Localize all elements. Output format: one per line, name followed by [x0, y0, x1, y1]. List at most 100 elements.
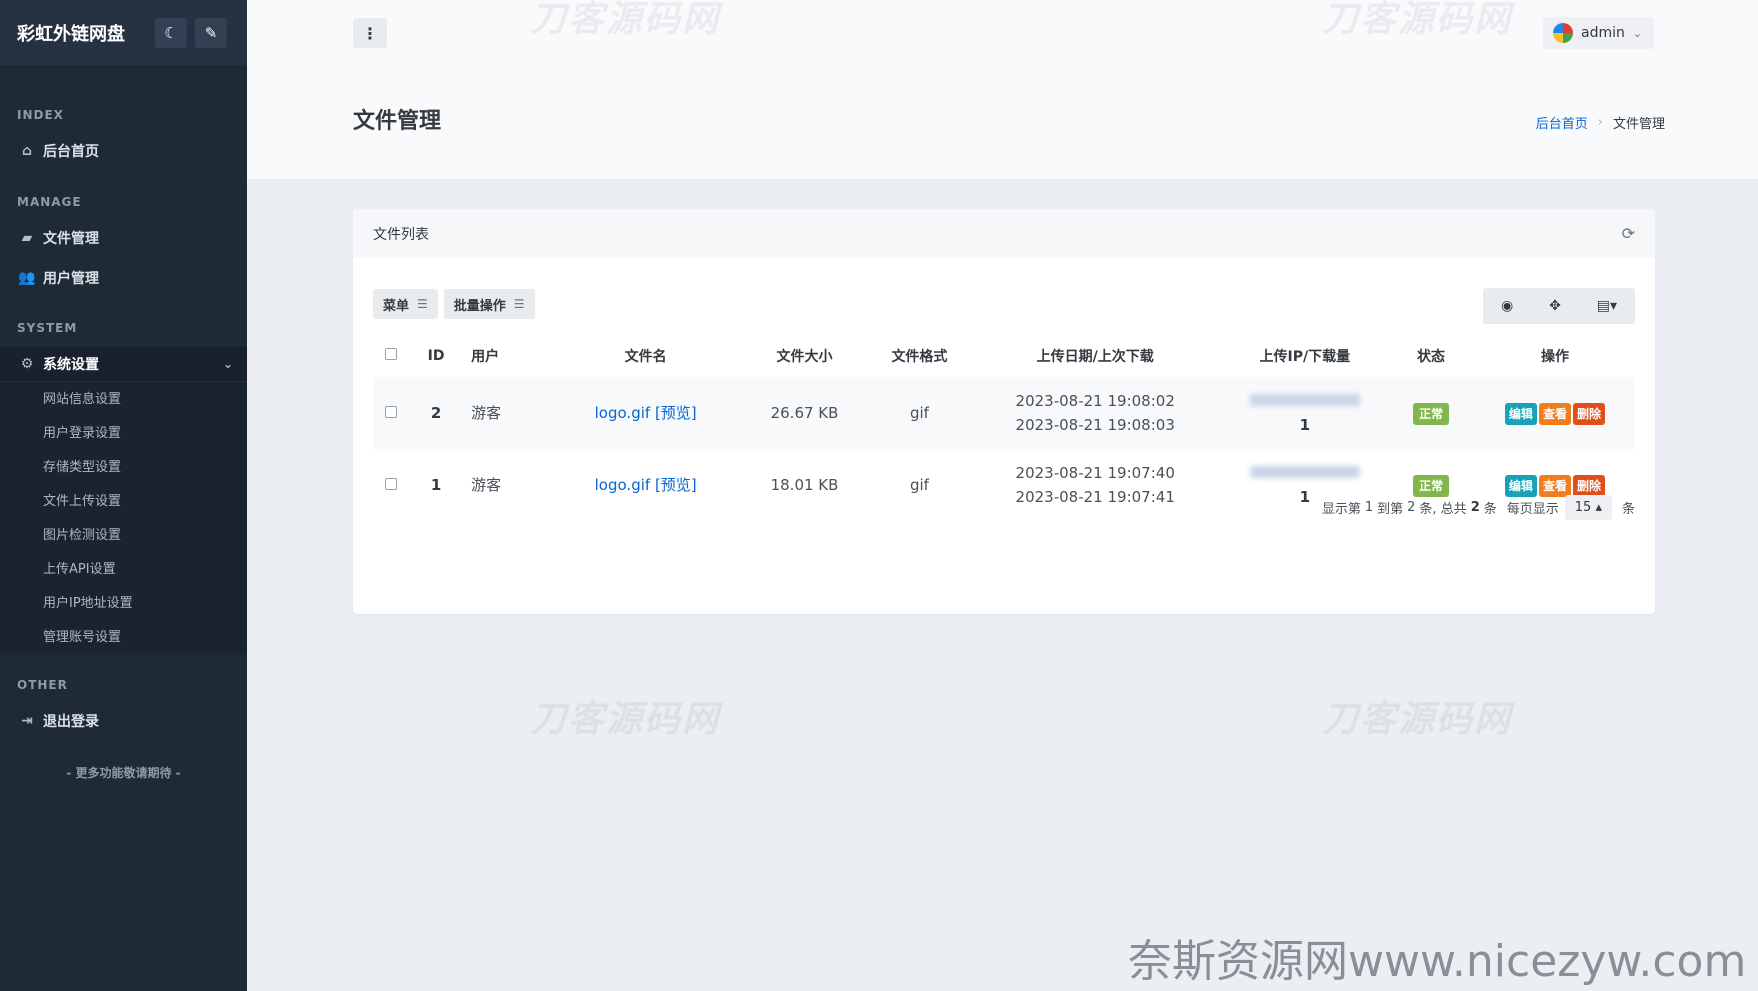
column-header[interactable]: 文件名 — [553, 335, 738, 377]
toggle-icon[interactable]: ◉ — [1501, 298, 1513, 314]
dark-mode-button[interactable]: ☾ — [155, 17, 187, 48]
per-page-label: 每页显示 — [1506, 502, 1559, 517]
sidebar-header: 彩虹外链网盘 ☾ ✎ — [0, 0, 247, 65]
table-tools: ◉ ✥ ▤▾ — [1483, 288, 1635, 324]
theme-button[interactable]: ✎ — [195, 17, 227, 48]
edit-button[interactable]: 编辑 — [1504, 403, 1537, 425]
top-bar: ⋮ admin ⌄ — [247, 0, 1758, 65]
date-cell: 2023-08-21 19:08:02 2023-08-21 19:08:03 — [967, 377, 1223, 449]
per-page-select[interactable]: 15 ▴ — [1564, 495, 1612, 520]
ip-cell: 1 — [1222, 377, 1388, 449]
file-table: ID 用户 文件名 文件大小 文件格式 上传日期/上次下载 上传IP/下载量 状… — [373, 335, 1635, 521]
pager-to: 2 — [1407, 500, 1416, 515]
edit-button[interactable]: 编辑 — [1504, 475, 1537, 497]
move-icon[interactable]: ✥ — [1549, 298, 1561, 314]
row-select-cell — [373, 377, 410, 449]
pager-text: 条 — [1621, 502, 1635, 517]
view-button[interactable]: 查看 — [1538, 403, 1571, 425]
file-name-link[interactable]: logo.gif — [595, 476, 651, 494]
sidebar-item-settings[interactable]: ⚙ 系统设置 ⌄ — [0, 347, 247, 381]
column-header[interactable]: 状态 — [1387, 335, 1475, 377]
column-header[interactable]: 文件格式 — [871, 335, 968, 377]
refresh-icon[interactable]: ⟳ — [1622, 224, 1635, 243]
submenu-item[interactable]: 网站信息设置 — [0, 383, 247, 417]
watermark: 刀客源码网 — [530, 699, 721, 740]
row-checkbox[interactable] — [385, 406, 398, 418]
sidebar-item-label: 系统设置 — [43, 357, 99, 373]
status-badge: 正常 — [1412, 475, 1449, 497]
submenu-item[interactable]: 用户IP地址设置 — [0, 587, 247, 621]
delete-button[interactable]: 删除 — [1572, 475, 1605, 497]
user-menu-button[interactable]: admin ⌄ — [1543, 17, 1654, 49]
file-user: 游客 — [471, 476, 502, 494]
file-size: 26.67 KB — [738, 377, 871, 449]
list-icon: ☰ — [513, 297, 525, 311]
sidebar-item-label: 退出登录 — [43, 714, 99, 730]
view-button[interactable]: 查看 — [1538, 475, 1571, 497]
column-header[interactable]: 文件大小 — [738, 335, 871, 377]
row-checkbox[interactable] — [385, 478, 398, 490]
file-format: gif — [909, 476, 929, 494]
submenu-item[interactable]: 管理账号设置 — [0, 621, 247, 655]
home-icon: ⌂ — [21, 143, 33, 159]
sidebar-item-logout[interactable]: ⇥ 退出登录 — [0, 704, 247, 738]
columns-icon[interactable]: ▤▾ — [1597, 298, 1617, 314]
breadcrumb-home-link[interactable]: 后台首页 — [1536, 113, 1588, 132]
chevron-right-icon: › — [1597, 115, 1603, 130]
column-header[interactable]: 上传日期/上次下载 — [968, 335, 1223, 377]
sidebar-item-files[interactable]: ▰ 文件管理 — [0, 221, 247, 255]
column-header: 操作 — [1540, 349, 1569, 365]
sidebar-item-users[interactable]: 👥 用户管理 — [0, 261, 247, 295]
gear-icon: ⚙ — [20, 356, 34, 372]
submenu-item[interactable]: 存储类型设置 — [0, 451, 247, 485]
batch-actions-button[interactable]: 批量操作 ☰ — [443, 289, 535, 319]
upload-date: 2023-08-21 19:08:02 — [1015, 392, 1175, 410]
table-toolbar: 菜单 ☰ 批量操作 ☰ — [373, 289, 541, 319]
site-watermark: 奈斯资源网www.nicezyw.com — [1128, 936, 1747, 987]
column-header[interactable]: 用户 — [463, 335, 553, 377]
app-title[interactable]: 彩虹外链网盘 — [17, 20, 155, 46]
pager-text: 条, 总共 — [1419, 502, 1467, 517]
watermark: 刀客源码网 — [530, 0, 721, 40]
column-header[interactable]: 上传IP/下载量 — [1223, 335, 1388, 377]
table-row: 2 游客 logo.gif [预览] 26.67 KB gif 2023-08-… — [373, 377, 1635, 449]
watermark: 刀客源码网 — [1322, 0, 1513, 40]
chevron-down-icon: ⌄ — [222, 357, 233, 371]
status-cell: 正常 — [1387, 377, 1475, 449]
column-header[interactable]: ID — [409, 335, 463, 377]
file-list-card: 文件列表 ⟳ 菜单 ☰ 批量操作 ☰ ◉ ✥ ▤▾ ID 用户 文件名 文件大小… — [353, 209, 1655, 614]
last-download-date: 2023-08-21 19:07:41 — [1015, 488, 1175, 506]
watermark: 刀客源码网 — [1322, 699, 1513, 740]
file-name-cell: logo.gif [预览] — [553, 449, 738, 521]
menu-toggle-button[interactable]: ⋮ — [353, 18, 387, 48]
file-user: 游客 — [463, 377, 554, 449]
table-header-row: ID 用户 文件名 文件大小 文件格式 上传日期/上次下载 上传IP/下载量 状… — [373, 335, 1635, 377]
delete-button[interactable]: 删除 — [1572, 403, 1605, 425]
file-id: 1 — [430, 476, 442, 494]
section-index: INDEX — [17, 108, 64, 122]
actions-cell: 编辑 查看 删除 — [1474, 377, 1635, 449]
status-badge: 正常 — [1412, 403, 1449, 425]
menu-label: 菜单 — [383, 298, 410, 314]
submenu-item[interactable]: 文件上传设置 — [0, 485, 247, 519]
card-title: 文件列表 — [373, 226, 429, 243]
sidebar: 彩虹外链网盘 ☾ ✎ INDEX ⌂ 后台首页 MANAGE ▰ 文件管理 👥 … — [0, 0, 247, 991]
pager-total: 2 — [1470, 500, 1480, 515]
submenu-item[interactable]: 用户登录设置 — [0, 417, 247, 451]
file-name-link[interactable]: logo.gif — [595, 404, 651, 422]
submenu-item[interactable]: 上传API设置 — [0, 553, 247, 587]
preview-link[interactable]: [预览] — [655, 476, 697, 494]
upload-ip-redacted — [1249, 394, 1360, 406]
submenu-item[interactable]: 图片检测设置 — [0, 519, 247, 553]
preview-link[interactable]: [预览] — [655, 404, 697, 422]
page-header: 文件管理 后台首页 › 文件管理 — [247, 65, 1758, 179]
sidebar-item-home[interactable]: ⌂ 后台首页 — [0, 134, 247, 168]
moon-icon: ☾ — [164, 23, 178, 42]
menu-dropdown-button[interactable]: 菜单 ☰ — [373, 289, 438, 319]
pager-text: 条 — [1483, 502, 1497, 517]
select-all-checkbox[interactable] — [385, 348, 398, 360]
avatar — [1553, 23, 1573, 43]
card-header: 文件列表 ⟳ — [353, 209, 1655, 258]
pager-text: 显示第 — [1321, 502, 1361, 517]
upload-ip-redacted — [1249, 466, 1360, 478]
